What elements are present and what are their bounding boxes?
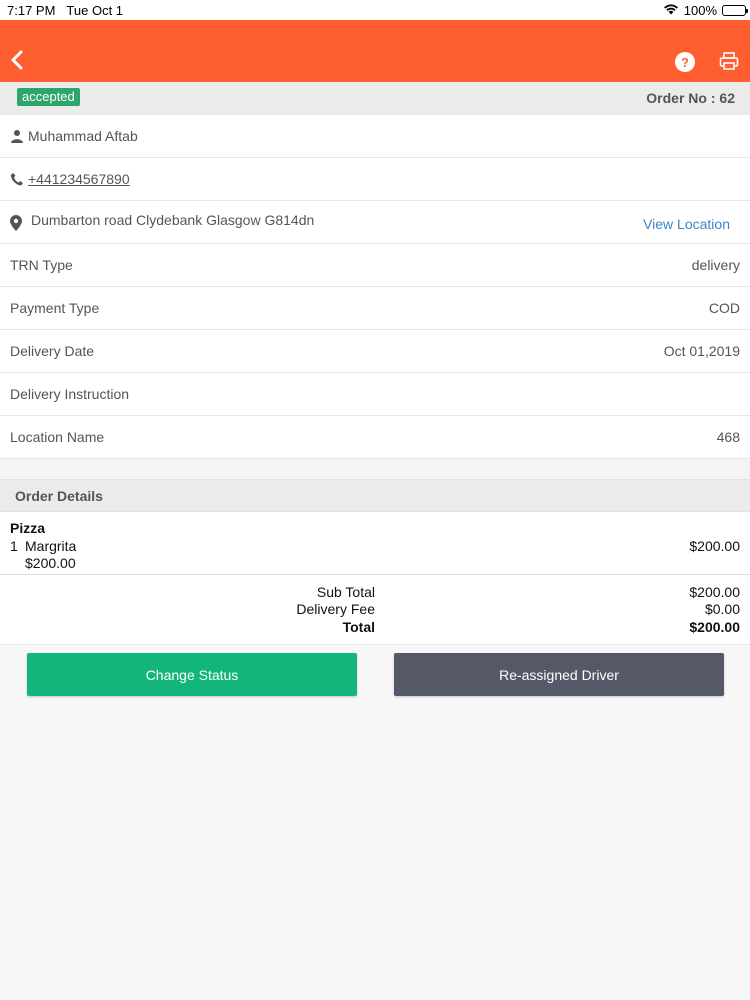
detail-value: 468 xyxy=(716,429,740,445)
customer-address-row: Dumbarton road Clydebank Glasgow G814dn … xyxy=(0,201,750,244)
order-items: Pizza 1 Margrita $200.00 $200.00 xyxy=(0,512,750,575)
delivery-fee-label: Delivery Fee xyxy=(296,601,375,618)
customer-address: Dumbarton road Clydebank Glasgow G814dn xyxy=(31,212,315,228)
customer-phone-row: +441234567890 xyxy=(0,158,750,201)
detail-value: COD xyxy=(708,300,740,316)
reassign-driver-button[interactable]: Re-assigned Driver xyxy=(394,653,724,696)
detail-row-trn-type: TRN Type delivery xyxy=(0,244,750,287)
status-bar: 7:17 PM Tue Oct 1 100% xyxy=(0,0,750,20)
action-bar: Change Status Re-assigned Driver xyxy=(0,645,750,705)
order-details-header: Order Details xyxy=(0,479,750,512)
section-spacer xyxy=(0,459,750,479)
total-label: Total xyxy=(342,618,375,635)
help-icon[interactable]: ? xyxy=(675,52,695,72)
back-chevron-icon[interactable] xyxy=(6,48,30,72)
delivery-fee-value: $0.00 xyxy=(704,601,740,618)
detail-row-location-name: Location Name 468 xyxy=(0,416,750,459)
status-date: Tue Oct 1 xyxy=(66,2,124,18)
status-time: 7:17 PM xyxy=(7,2,56,18)
item-quantity: 1 xyxy=(10,538,18,554)
print-icon[interactable] xyxy=(719,51,739,71)
detail-label: Payment Type xyxy=(10,300,100,316)
detail-label: TRN Type xyxy=(10,257,73,273)
customer-phone-link[interactable]: +441234567890 xyxy=(28,171,130,187)
item-price: $200.00 xyxy=(689,538,740,554)
item-category: Pizza xyxy=(10,520,46,536)
battery-percent: 100% xyxy=(683,2,717,18)
detail-label: Delivery Instruction xyxy=(10,386,130,402)
top-navbar: ? xyxy=(0,20,750,82)
detail-value: delivery xyxy=(691,257,740,273)
order-details-title: Order Details xyxy=(15,487,103,504)
person-icon xyxy=(10,129,24,143)
subtotal-line: Sub Total $200.00 xyxy=(0,583,740,601)
customer-info: Muhammad Aftab +441234567890 Dumbarton r… xyxy=(0,115,750,459)
detail-row-delivery-instruction: Delivery Instruction xyxy=(0,373,750,416)
detail-label: Location Name xyxy=(10,429,105,445)
total-line: Total $200.00 xyxy=(0,618,740,636)
order-header: accepted Order No : 62 xyxy=(0,82,750,115)
detail-label: Delivery Date xyxy=(10,343,95,359)
subtotal-label: Sub Total xyxy=(316,583,375,600)
wifi-icon xyxy=(663,3,679,18)
location-pin-icon xyxy=(10,215,24,231)
order-number: Order No : 62 xyxy=(646,90,735,106)
change-status-button[interactable]: Change Status xyxy=(27,653,357,696)
list-item: 1 Margrita $200.00 xyxy=(10,538,740,554)
customer-name: Muhammad Aftab xyxy=(28,128,138,144)
item-unit-price: $200.00 xyxy=(25,555,76,571)
total-value: $200.00 xyxy=(689,618,740,635)
delivery-fee-line: Delivery Fee $0.00 xyxy=(0,601,740,619)
view-location-link[interactable]: View Location xyxy=(643,216,730,232)
status-badge: accepted xyxy=(17,88,80,106)
customer-name-row: Muhammad Aftab xyxy=(0,115,750,158)
detail-value: Oct 01,2019 xyxy=(663,343,740,359)
detail-row-delivery-date: Delivery Date Oct 01,2019 xyxy=(0,330,750,373)
phone-icon xyxy=(10,172,24,186)
item-name: Margrita xyxy=(25,538,77,554)
battery-icon xyxy=(722,4,748,16)
subtotal-value: $200.00 xyxy=(689,583,740,600)
order-totals: Sub Total $200.00 Delivery Fee $0.00 Tot… xyxy=(0,575,750,645)
detail-row-payment-type: Payment Type COD xyxy=(0,287,750,330)
